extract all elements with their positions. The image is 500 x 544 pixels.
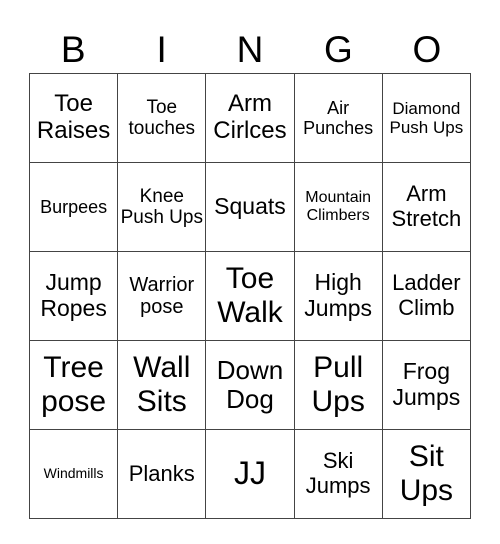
bingo-card: Toe Raises Toe touches Arm Cirlces Air P…: [28, 73, 472, 519]
header-letter-g: G: [324, 29, 353, 70]
header-letter-i: I: [156, 29, 167, 70]
bingo-cell[interactable]: JJ: [205, 429, 295, 519]
bingo-cell[interactable]: Toe Walk: [205, 251, 295, 341]
bingo-cell[interactable]: Warrior pose: [117, 251, 207, 341]
bingo-cell[interactable]: Arm Stretch: [381, 162, 472, 252]
bingo-cell[interactable]: Toe touches: [117, 73, 207, 163]
header-letter-b: B: [60, 29, 86, 70]
bingo-row: Burpees Knee Push Ups Squats Mountain Cl…: [28, 162, 472, 252]
bingo-header: B I N G O: [29, 28, 471, 72]
bingo-cell[interactable]: Ski Jumps: [293, 429, 383, 519]
bingo-row: Windmills Planks JJ Ski Jumps Sit Ups: [28, 429, 472, 519]
bingo-cell[interactable]: Sit Ups: [381, 429, 472, 519]
header-letter-o: O: [412, 29, 442, 70]
bingo-cell[interactable]: Pull Ups: [293, 340, 383, 430]
bingo-cell[interactable]: Windmills: [28, 429, 119, 519]
bingo-row: Tree pose Wall Sits Down Dog Pull Ups Fr…: [28, 340, 472, 430]
bingo-cell[interactable]: Knee Push Ups: [117, 162, 207, 252]
bingo-cell[interactable]: Arm Cirlces: [205, 73, 295, 163]
bingo-cell[interactable]: Tree pose: [28, 340, 119, 430]
bingo-cell[interactable]: Squats: [205, 162, 295, 252]
bingo-cell[interactable]: Burpees: [28, 162, 119, 252]
bingo-cell[interactable]: Ladder Climb: [381, 251, 472, 341]
bingo-cell[interactable]: Down Dog: [205, 340, 295, 430]
bingo-cell[interactable]: Air Punches: [293, 73, 383, 163]
bingo-cell[interactable]: Planks: [117, 429, 207, 519]
bingo-cell[interactable]: High Jumps: [293, 251, 383, 341]
bingo-cell[interactable]: Wall Sits: [117, 340, 207, 430]
bingo-cell[interactable]: Toe Raises: [28, 73, 119, 163]
bingo-row: Toe Raises Toe touches Arm Cirlces Air P…: [28, 73, 472, 163]
bingo-cell[interactable]: Diamond Push Ups: [381, 73, 472, 163]
bingo-cell[interactable]: Frog Jumps: [381, 340, 472, 430]
header-letter-n: N: [236, 29, 264, 70]
bingo-cell[interactable]: Mountain Climbers: [293, 162, 383, 252]
bingo-row: Jump Ropes Warrior pose Toe Walk High Ju…: [28, 251, 472, 341]
bingo-cell[interactable]: Jump Ropes: [28, 251, 119, 341]
